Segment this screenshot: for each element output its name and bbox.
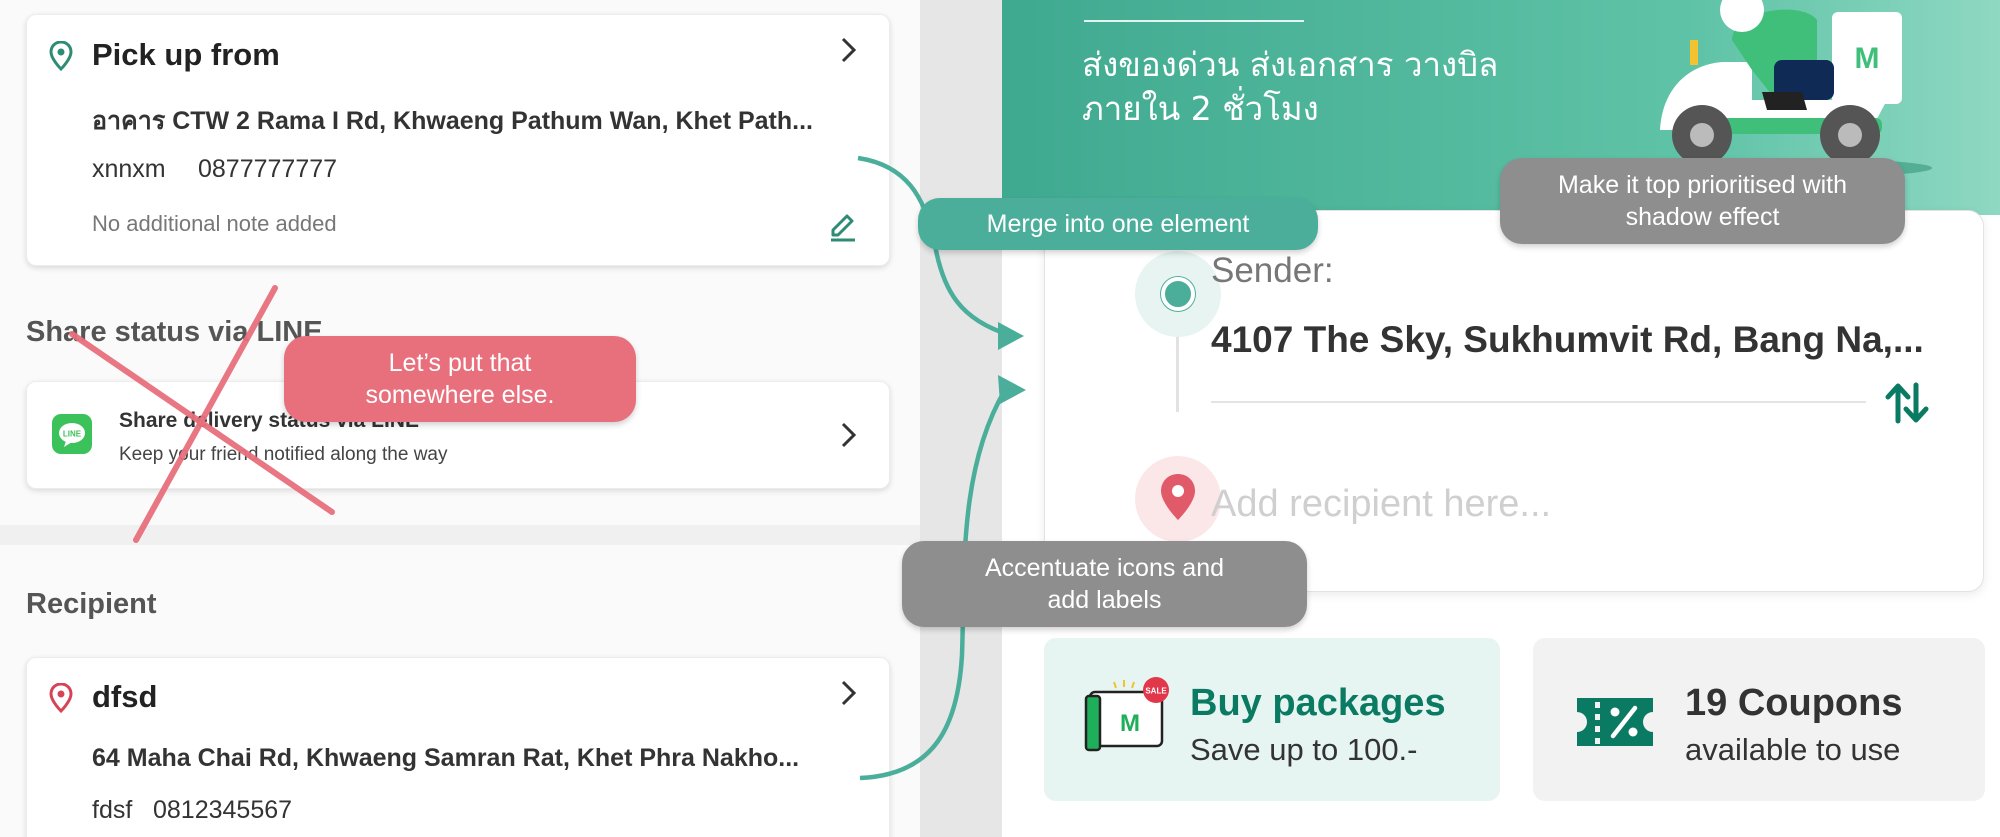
line-app-icon: LINE xyxy=(52,414,92,459)
swap-vertical-icon[interactable] xyxy=(1883,379,1931,432)
annotation-move-line-bubble: Let’s put that somewhere else. xyxy=(284,336,636,422)
panel-gap xyxy=(920,0,1002,837)
hero-line-2: ภายใน 2 ชั่วโมง xyxy=(1082,89,1319,128)
route-divider xyxy=(1211,401,1866,403)
location-pin-icon xyxy=(49,40,73,76)
annotation-icons-bubble: Accentuate icons and add labels xyxy=(902,541,1307,627)
hero-divider xyxy=(1084,20,1304,22)
recipient-pin-icon xyxy=(1135,456,1221,542)
pickup-contact-phone: 0877777777 xyxy=(198,155,338,183)
recipient-contact-phone: 0812345567 xyxy=(153,796,293,824)
route-connector-line xyxy=(1176,337,1179,412)
annotation-shadow-text-1: Make it top prioritised with xyxy=(1557,171,1847,199)
coupons-title: 19 Coupons xyxy=(1685,682,1903,724)
pickup-card[interactable]: Pick up from อาคาร CTW 2 Rama I Rd, Khwa… xyxy=(26,14,890,266)
recipient-input-placeholder[interactable]: Add recipient here... xyxy=(1211,483,1551,526)
share-line-subtitle: Keep your friend notified along the way xyxy=(119,444,448,465)
pickup-contact-name: xnnxm xyxy=(92,155,166,183)
recipient-heading: Recipient xyxy=(26,588,157,620)
pencil-edit-icon[interactable] xyxy=(827,211,859,248)
coupon-percent-icon xyxy=(1577,698,1653,746)
recipient-contact-name: fdsf xyxy=(92,796,133,824)
annotation-merge-text: Merge into one element xyxy=(986,210,1250,238)
chevron-right-icon[interactable] xyxy=(839,35,859,74)
recipient-address: 64 Maha Chai Rd, Khwaeng Samran Rat, Khe… xyxy=(92,744,800,772)
buy-packages-title: Buy packages xyxy=(1190,682,1446,724)
buy-packages-card[interactable]: M SALE Buy packages Save up to 100.- xyxy=(1044,638,1500,801)
chevron-right-icon[interactable] xyxy=(839,678,859,717)
annotation-merge-bubble: Merge into one element xyxy=(918,198,1318,250)
section-separator xyxy=(0,525,920,545)
annotation-move-line-text-2: somewhere else. xyxy=(365,381,555,409)
sender-dot-icon xyxy=(1135,251,1221,337)
sale-badge-text: SALE xyxy=(1145,687,1167,696)
sender-address[interactable]: 4107 The Sky, Sukhumvit Rd, Bang Na,... xyxy=(1211,319,1924,361)
buy-packages-subtitle: Save up to 100.- xyxy=(1190,732,1418,767)
pickup-note: No additional note added xyxy=(92,211,337,236)
chevron-right-icon[interactable] xyxy=(839,420,859,459)
coupons-subtitle: available to use xyxy=(1685,732,1901,767)
coupons-card[interactable]: 19 Coupons available to use xyxy=(1533,638,1985,801)
annotation-move-line-text-1: Let’s put that xyxy=(388,349,532,377)
location-pin-icon xyxy=(49,682,73,718)
new-design-panel: ส่งของด่วน ส่งเอกสาร วางบิล ภายใน 2 ชั่ว… xyxy=(1002,0,2000,837)
recipient-card[interactable]: dfsd 64 Maha Chai Rd, Khwaeng Samran Rat… xyxy=(26,657,890,837)
recipient-name: dfsd xyxy=(92,679,158,714)
line-badge-text: LINE xyxy=(63,430,82,439)
route-card[interactable]: Sender: 4107 The Sky, Sukhumvit Rd, Bang… xyxy=(1044,210,1984,592)
annotation-shadow-text-2: shadow effect xyxy=(1625,203,1780,231)
annotation-icons-text-1: Accentuate icons and xyxy=(984,554,1225,582)
sender-label: Sender: xyxy=(1211,251,1334,290)
pickup-title: Pick up from xyxy=(92,37,280,72)
package-box-icon: M SALE xyxy=(1084,677,1169,752)
share-status-heading: Share status via LINE xyxy=(26,316,323,348)
annotation-icons-text-2: add labels xyxy=(1047,586,1162,614)
promo-logo-letter: M xyxy=(1120,710,1140,737)
pickup-address: อาคาร CTW 2 Rama I Rd, Khwaeng Pathum Wa… xyxy=(92,107,813,135)
hero-logo-letter: M xyxy=(1855,42,1880,75)
annotation-shadow-bubble: Make it top prioritised with shadow effe… xyxy=(1500,158,1905,244)
